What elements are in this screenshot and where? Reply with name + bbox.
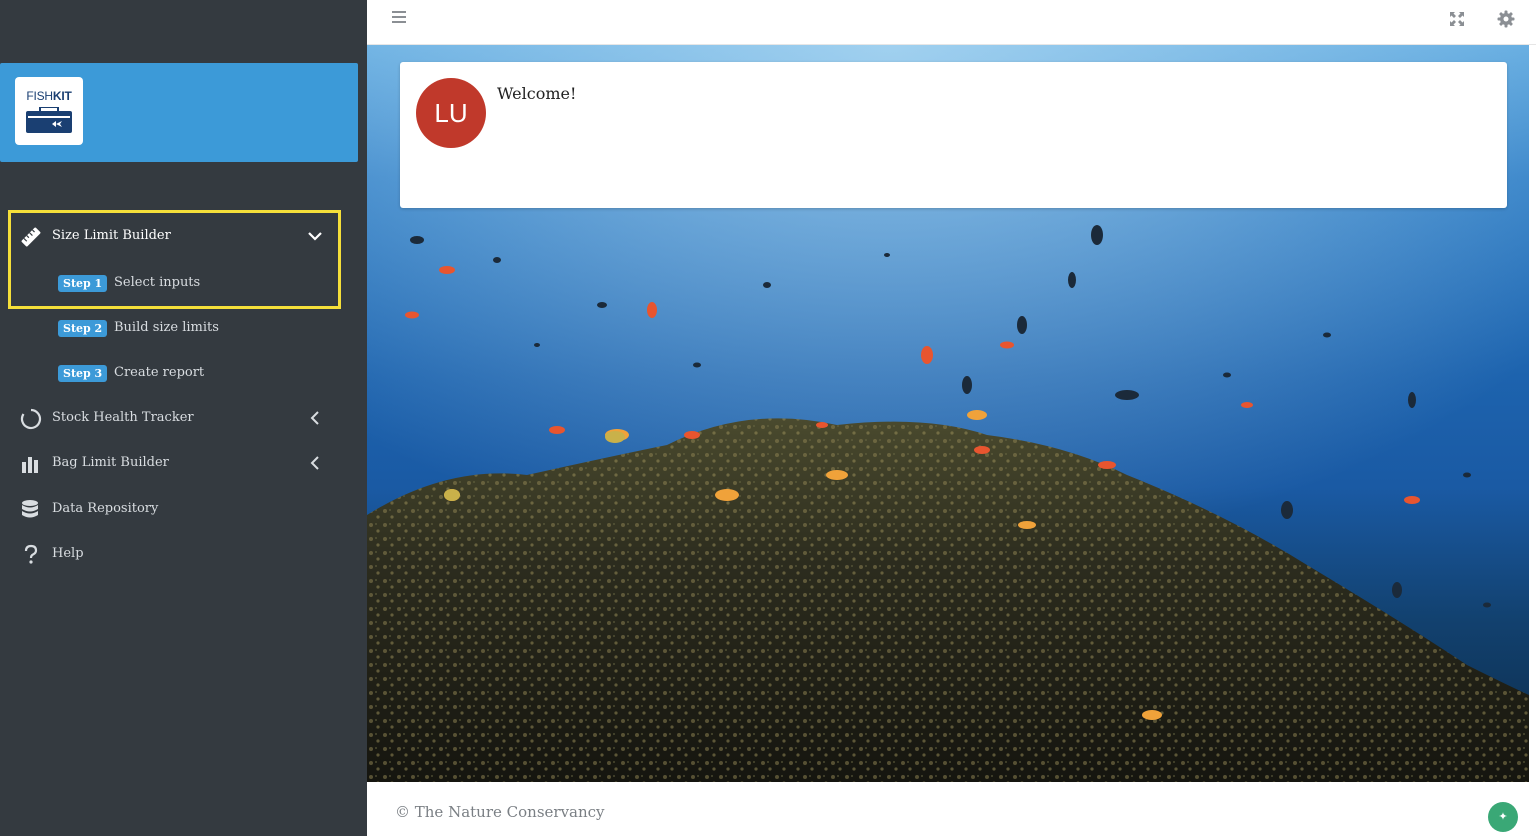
avatar[interactable]: LU bbox=[416, 78, 486, 148]
sidebar-item-label: Bag Limit Builder bbox=[52, 455, 169, 470]
chevron-left-icon bbox=[310, 456, 319, 470]
tackle-box-icon bbox=[26, 107, 72, 133]
sidebar-item-label: Stock Health Tracker bbox=[52, 410, 194, 425]
sidebar-item-stock-health-tracker[interactable]: Stock Health Tracker bbox=[0, 398, 367, 438]
brand-header: FISHKIT bbox=[0, 63, 358, 162]
step-badge: Step 2 bbox=[58, 320, 108, 337]
assistant-fab-icon[interactable]: ✦ bbox=[1488, 802, 1518, 832]
sidebar-subitem-step-3[interactable]: Step 3 Create report bbox=[0, 356, 367, 392]
welcome-card: LU Welcome! bbox=[400, 62, 1507, 208]
sidebar-subitem-step-2[interactable]: Step 2 Build size limits bbox=[0, 311, 367, 347]
hamburger-icon[interactable] bbox=[392, 11, 406, 25]
chevron-down-icon bbox=[308, 232, 322, 241]
step-badge: Step 3 bbox=[58, 365, 108, 382]
ruler-icon bbox=[21, 227, 41, 247]
logo-text: FISHKIT bbox=[26, 89, 72, 103]
sidebar-subitem-label: Build size limits bbox=[114, 320, 219, 335]
sidebar-item-label: Help bbox=[52, 546, 84, 561]
question-icon bbox=[24, 544, 38, 564]
sidebar-subitem-label: Create report bbox=[114, 365, 205, 380]
sidebar-item-size-limit-builder[interactable]: Size Limit Builder bbox=[0, 216, 367, 256]
sidebar-item-help[interactable]: Help bbox=[0, 534, 367, 574]
sidebar-item-data-repository[interactable]: Data Repository bbox=[0, 489, 367, 529]
sidebar-subitem-step-1[interactable]: Step 1 Select inputs bbox=[0, 266, 367, 302]
top-bar bbox=[367, 0, 1536, 45]
expand-icon[interactable] bbox=[1449, 11, 1465, 27]
footer: © The Nature Conservancy ✦ bbox=[367, 782, 1536, 836]
welcome-text: Welcome! bbox=[497, 84, 577, 103]
sidebar-item-label: Size Limit Builder bbox=[52, 228, 171, 243]
sidebar-item-bag-limit-builder[interactable]: Bag Limit Builder bbox=[0, 443, 367, 483]
circle-progress-icon bbox=[20, 408, 42, 430]
step-badge: Step 1 bbox=[58, 275, 108, 292]
fishkit-logo[interactable]: FISHKIT bbox=[15, 77, 83, 145]
chevron-left-icon bbox=[310, 411, 319, 425]
sidebar-item-label: Data Repository bbox=[52, 501, 159, 516]
sidebar-subitem-label: Select inputs bbox=[114, 275, 201, 290]
bar-chart-icon bbox=[22, 457, 38, 473]
database-icon bbox=[22, 500, 38, 518]
gear-icon[interactable] bbox=[1497, 10, 1515, 28]
copyright-text: © The Nature Conservancy bbox=[395, 803, 605, 821]
sidebar: FISHKIT Size Limit Builder Step 1 Select… bbox=[0, 0, 367, 836]
